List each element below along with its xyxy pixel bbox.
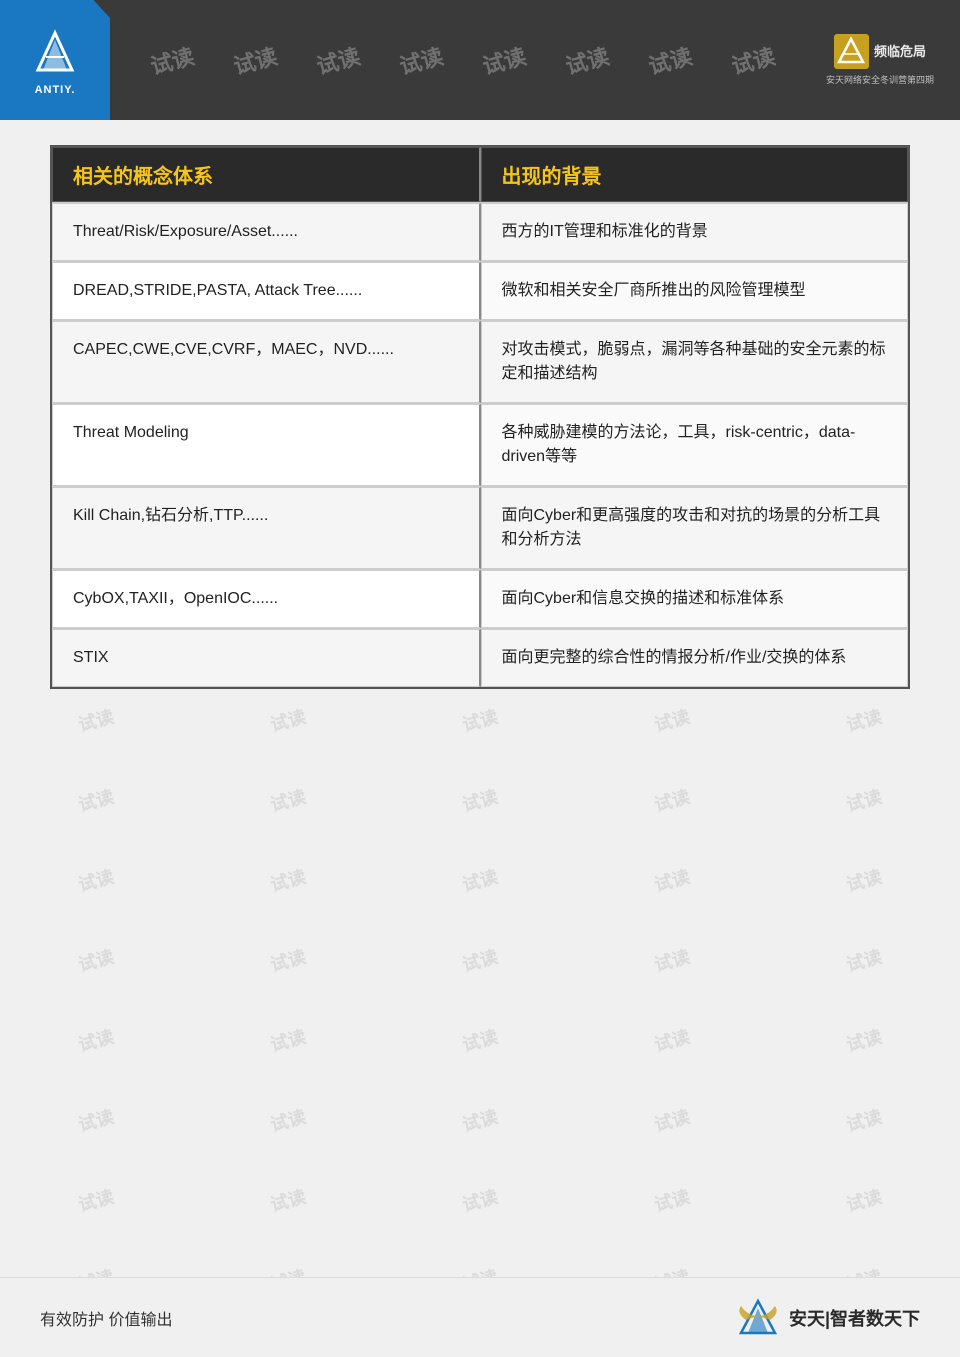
bwm: 试读 bbox=[651, 943, 693, 977]
bwm: 试读 bbox=[843, 783, 885, 817]
antiy-logo-icon bbox=[28, 25, 83, 80]
right-logo-text: 频临危局 bbox=[874, 44, 926, 60]
row2-left: DREAD,STRIDE,PASTA, Attack Tree...... bbox=[52, 262, 481, 320]
row3-left: CAPEC,CWE,CVE,CVRF，MAEC，NVD...... bbox=[52, 321, 481, 403]
col2-header: 出现的背景 bbox=[481, 147, 909, 202]
bwm: 试读 bbox=[75, 1023, 117, 1057]
wm-5: 试读 bbox=[479, 39, 530, 81]
bwm: 试读 bbox=[843, 1183, 885, 1217]
bwm: 试读 bbox=[651, 703, 693, 737]
row1-left: Threat/Risk/Exposure/Asset...... bbox=[52, 203, 481, 261]
footer-logo-area: 安天|智者数天下 bbox=[736, 1298, 920, 1338]
row7-left: STIX bbox=[52, 629, 481, 687]
row1-right: 西方的IT管理和标准化的背景 bbox=[481, 203, 909, 261]
bwm: 试读 bbox=[843, 703, 885, 737]
bwm: 试读 bbox=[267, 783, 309, 817]
bwm: 试读 bbox=[843, 943, 885, 977]
bwm: 试读 bbox=[267, 1103, 309, 1137]
wm-7: 试读 bbox=[645, 39, 696, 81]
bwm: 试读 bbox=[843, 1023, 885, 1057]
footer-slogan: 有效防护 价值输出 bbox=[40, 1306, 172, 1330]
table-row: DREAD,STRIDE,PASTA, Attack Tree...... 微软… bbox=[52, 261, 908, 320]
bwm: 试读 bbox=[267, 703, 309, 737]
row6-left: CybOX,TAXII，OpenIOC...... bbox=[52, 570, 481, 628]
bwm: 试读 bbox=[267, 943, 309, 977]
row5-right: 面向Cyber和更高强度的攻击和对抗的场景的分析工具和分析方法 bbox=[481, 487, 909, 569]
logo-text: ANTIY. bbox=[35, 84, 76, 96]
bwm: 试读 bbox=[651, 1103, 693, 1137]
table-header-row: 相关的概念体系 出现的背景 bbox=[52, 147, 908, 202]
bwm: 试读 bbox=[75, 943, 117, 977]
footer-logo-text: 安天|智者数天下 bbox=[789, 1305, 920, 1331]
table-row: Kill Chain,钻石分析,TTP...... 面向Cyber和更高强度的攻… bbox=[52, 486, 908, 569]
bwm: 试读 bbox=[651, 783, 693, 817]
row3-right: 对攻击模式，脆弱点，漏洞等各种基础的安全元素的标定和描述结构 bbox=[481, 321, 909, 403]
bwm: 试读 bbox=[459, 703, 501, 737]
wm-6: 试读 bbox=[562, 39, 613, 81]
bwm: 试读 bbox=[651, 1023, 693, 1057]
bwm: 试读 bbox=[459, 1103, 501, 1137]
bwm: 试读 bbox=[75, 783, 117, 817]
header: ANTIY. 试读 试读 试读 试读 试读 试读 试读 试读 频临危局 安天网络… bbox=[0, 0, 960, 120]
header-watermarks: 试读 试读 试读 试读 试读 试读 试读 试读 bbox=[110, 0, 815, 120]
row7-right: 面向更完整的综合性的情报分析/作业/交换的体系 bbox=[481, 629, 909, 687]
bwm: 试读 bbox=[651, 863, 693, 897]
bwm: 试读 bbox=[843, 863, 885, 897]
bwm: 试读 bbox=[459, 783, 501, 817]
wm-1: 试读 bbox=[146, 39, 197, 81]
row5-left: Kill Chain,钻石分析,TTP...... bbox=[52, 487, 481, 569]
table-row: CAPEC,CWE,CVE,CVRF，MAEC，NVD...... 对攻击模式，… bbox=[52, 320, 908, 403]
row2-right: 微软和相关安全厂商所推出的风险管理模型 bbox=[481, 262, 909, 320]
bwm: 试读 bbox=[651, 1183, 693, 1217]
bwm: 试读 bbox=[459, 863, 501, 897]
bwm: 试读 bbox=[75, 863, 117, 897]
concept-table: 相关的概念体系 出现的背景 Threat/Risk/Exposure/Asset… bbox=[50, 145, 910, 689]
bwm: 试读 bbox=[75, 703, 117, 737]
table-row: Threat Modeling 各种威胁建模的方法论，工具，risk-centr… bbox=[52, 403, 908, 486]
row6-right: 面向Cyber和信息交换的描述和标准体系 bbox=[481, 570, 909, 628]
table-row: Threat/Risk/Exposure/Asset...... 西方的IT管理… bbox=[52, 202, 908, 261]
bwm: 试读 bbox=[843, 1103, 885, 1137]
table-row: CybOX,TAXII，OpenIOC...... 面向Cyber和信息交换的描… bbox=[52, 569, 908, 628]
row4-right: 各种威胁建模的方法论，工具，risk-centric，data-driven等等 bbox=[481, 404, 909, 486]
header-right-logo: 频临危局 安天网络安全冬训营第四期 bbox=[815, 20, 945, 100]
wm-8: 试读 bbox=[728, 39, 779, 81]
col1-header: 相关的概念体系 bbox=[52, 147, 481, 202]
wm-2: 试读 bbox=[229, 39, 280, 81]
bwm: 试读 bbox=[267, 863, 309, 897]
logo-box: ANTIY. bbox=[0, 0, 110, 120]
wm-4: 试读 bbox=[396, 39, 447, 81]
bwm: 试读 bbox=[459, 1023, 501, 1057]
main-content: 相关的概念体系 出现的背景 Threat/Risk/Exposure/Asset… bbox=[50, 145, 910, 689]
row4-left: Threat Modeling bbox=[52, 404, 481, 486]
bwm: 试读 bbox=[267, 1183, 309, 1217]
table-row: STIX 面向更完整的综合性的情报分析/作业/交换的体系 bbox=[52, 628, 908, 687]
bwm: 试读 bbox=[459, 943, 501, 977]
bwm: 试读 bbox=[267, 1023, 309, 1057]
footer: 有效防护 价值输出 安天|智者数天下 bbox=[0, 1277, 960, 1357]
right-logo-subtitle: 安天网络安全冬训营第四期 bbox=[826, 73, 934, 86]
footer-logo-icon bbox=[736, 1298, 781, 1338]
wm-3: 试读 bbox=[312, 39, 363, 81]
bwm: 试读 bbox=[459, 1183, 501, 1217]
antiy-right-icon bbox=[834, 34, 869, 69]
bwm: 试读 bbox=[75, 1183, 117, 1217]
bwm: 试读 bbox=[75, 1103, 117, 1137]
